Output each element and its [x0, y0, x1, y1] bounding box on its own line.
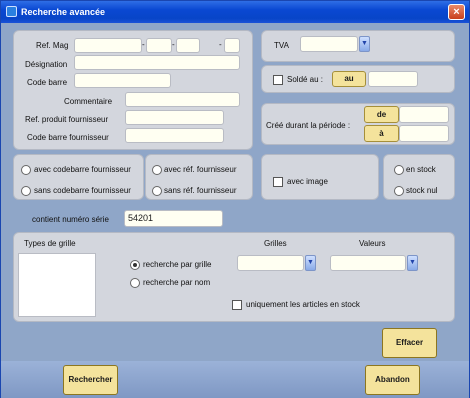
solde-panel: Soldé au : au — [261, 65, 455, 93]
periode-panel: Créé durant la période : de à — [261, 103, 455, 145]
periode-a-button[interactable]: à — [364, 125, 399, 142]
ref-fournisseur-panel: avec réf. fournisseur sans réf. fourniss… — [145, 154, 253, 200]
recherche-par-nom-radio[interactable] — [130, 278, 140, 288]
ref-mag-label: Ref. Mag — [36, 41, 69, 50]
app-icon — [6, 6, 17, 17]
codebarre-fournisseur-panel: avec codebarre fournisseur sans codebarr… — [13, 154, 144, 200]
recherche-par-grille-label: recherche par grille — [143, 260, 212, 269]
code-barre-fournisseur-label: Code barre fournisseur — [27, 133, 109, 142]
ref-mag-field-2[interactable] — [146, 38, 172, 53]
abandon-button[interactable]: Abandon — [365, 365, 420, 395]
sans-ref-fournisseur-radio[interactable] — [152, 186, 162, 196]
chevron-down-icon[interactable]: ▼ — [305, 255, 316, 271]
avec-ref-fournisseur-radio[interactable] — [152, 165, 162, 175]
dialog-body: Ref. Mag - - - Désignation Code barre Co… — [4, 23, 466, 361]
uniquement-en-stock-label: uniquement les articles en stock — [246, 300, 360, 309]
solde-checkbox[interactable] — [273, 75, 283, 85]
commentaire-label: Commentaire — [64, 97, 113, 106]
numero-serie-label: contient numéro série — [32, 215, 109, 224]
en-stock-label: en stock — [406, 165, 436, 174]
avec-image-panel: avec image — [261, 154, 379, 200]
designation-label: Désignation — [25, 60, 68, 69]
window-title: Recherche avancée — [21, 7, 106, 17]
avec-image-label: avec image — [287, 177, 328, 186]
stock-nul-radio[interactable] — [394, 186, 404, 196]
periode-a-field[interactable] — [399, 125, 449, 142]
avec-codebarre-fournisseur-label: avec codebarre fournisseur — [34, 165, 131, 174]
periode-label: Créé durant la période : — [266, 121, 351, 130]
code-barre-label: Code barre — [27, 78, 68, 87]
en-stock-radio[interactable] — [394, 165, 404, 175]
bottom-bar: Rechercher Abandon — [1, 361, 469, 398]
stock-nul-label: stock nul — [406, 186, 438, 195]
grilles-select[interactable] — [237, 255, 304, 271]
uniquement-en-stock-checkbox[interactable] — [232, 300, 242, 310]
avec-codebarre-fournisseur-radio[interactable] — [21, 165, 31, 175]
designation-field[interactable] — [74, 55, 240, 70]
periode-de-button[interactable]: de — [364, 106, 399, 123]
types-de-grille-list[interactable] — [18, 253, 96, 317]
solde-date-field[interactable] — [368, 71, 418, 87]
tva-label: TVA — [274, 41, 289, 50]
ref-produit-fournisseur-field[interactable] — [125, 110, 224, 125]
close-button[interactable]: × — [448, 4, 465, 20]
solde-label: Soldé au : — [287, 75, 324, 84]
sans-codebarre-fournisseur-radio[interactable] — [21, 186, 31, 196]
grille-panel: Types de grille Grilles Valeurs recherch… — [13, 232, 455, 322]
article-fields-panel: Ref. Mag - - - Désignation Code barre Co… — [13, 30, 253, 150]
effacer-button[interactable]: Effacer — [382, 328, 437, 358]
ref-mag-field-1[interactable] — [74, 38, 142, 53]
ref-mag-dash-3: - — [219, 40, 222, 49]
avec-ref-fournisseur-label: avec réf. fournisseur — [164, 165, 237, 174]
recherche-par-grille-radio[interactable] — [130, 260, 140, 270]
ref-mag-field-3[interactable] — [176, 38, 200, 53]
ref-mag-dash-2: - — [172, 40, 175, 49]
ref-mag-dash-1: - — [142, 40, 145, 49]
advanced-search-window: Recherche avancée × Ref. Mag - - - Désig… — [0, 0, 470, 398]
rechercher-button[interactable]: Rechercher — [63, 365, 118, 395]
recherche-par-nom-label: recherche par nom — [143, 278, 211, 287]
tva-panel: TVA ▼ — [261, 30, 455, 62]
avec-image-checkbox[interactable] — [273, 177, 283, 187]
title-bar: Recherche avancée × — [1, 1, 469, 23]
periode-de-field[interactable] — [399, 106, 449, 123]
types-de-grille-label: Types de grille — [24, 239, 76, 248]
grilles-label: Grilles — [264, 239, 287, 248]
code-barre-field[interactable] — [74, 73, 171, 88]
sans-ref-fournisseur-label: sans réf. fournisseur — [164, 186, 237, 195]
numero-serie-field[interactable]: 54201 — [124, 210, 223, 227]
code-barre-fournisseur-field[interactable] — [125, 128, 224, 143]
solde-au-button[interactable]: au — [332, 71, 366, 87]
chevron-down-icon[interactable]: ▼ — [359, 36, 370, 52]
tva-select[interactable] — [300, 36, 358, 52]
stock-panel: en stock stock nul — [383, 154, 455, 200]
valeurs-select[interactable] — [330, 255, 406, 271]
ref-produit-fournisseur-label: Ref. produit fournisseur — [25, 115, 109, 124]
sans-codebarre-fournisseur-label: sans codebarre fournisseur — [34, 186, 131, 195]
valeurs-label: Valeurs — [359, 239, 386, 248]
ref-mag-field-4[interactable] — [224, 38, 240, 53]
chevron-down-icon[interactable]: ▼ — [407, 255, 418, 271]
commentaire-field[interactable] — [125, 92, 240, 107]
